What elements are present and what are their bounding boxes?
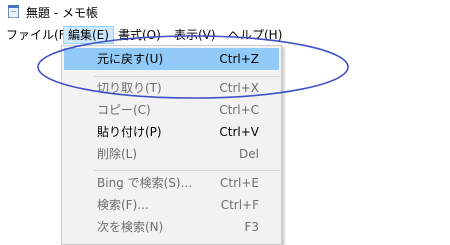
menu-item-label: 検索(F)... <box>97 198 149 212</box>
menu-bar: ファイル(F) 編集(E) 書式(O) 表示(V) ヘルプ(H) <box>0 25 450 45</box>
menu-help[interactable]: ヘルプ(H) <box>224 26 286 44</box>
menu-item-label: 貼り付け(P) <box>97 125 162 139</box>
menu-item-shortcut: Ctrl+F <box>220 198 259 212</box>
menu-item-find[interactable]: 検索(F)... Ctrl+F <box>64 194 279 216</box>
menu-item-shortcut: Ctrl+C <box>219 103 259 117</box>
menu-item-shortcut: Ctrl+Z <box>219 52 259 66</box>
menu-item-copy[interactable]: コピー(C) Ctrl+C <box>64 99 279 121</box>
menu-format[interactable]: 書式(O) <box>114 26 165 44</box>
menu-item-paste[interactable]: 貼り付け(P) Ctrl+V <box>64 121 279 143</box>
notepad-icon <box>8 5 19 18</box>
menu-item-cut[interactable]: 切り取り(T) Ctrl+X <box>64 77 279 99</box>
menu-item-delete[interactable]: 削除(L) Del <box>64 143 279 165</box>
menu-item-label: Bing で検索(S)... <box>97 176 193 190</box>
menu-item-undo[interactable]: 元に戻す(U) Ctrl+Z <box>64 48 279 70</box>
window-title: 無題 - メモ帳 <box>26 6 98 20</box>
menu-item-label: 削除(L) <box>97 147 138 161</box>
menu-item-label: 次を検索(N) <box>97 220 164 234</box>
menu-item-shortcut: Ctrl+E <box>220 176 259 190</box>
edit-menu-dropdown: 元に戻す(U) Ctrl+Z 切り取り(T) Ctrl+X コピー(C) Ctr… <box>61 45 282 245</box>
menu-item-label: 元に戻す(U) <box>97 52 164 66</box>
menu-item-shortcut: F3 <box>244 220 259 234</box>
menu-item-shortcut: Del <box>239 147 259 161</box>
menu-item-shortcut: Ctrl+X <box>219 81 259 95</box>
menu-view[interactable]: 表示(V) <box>170 26 220 44</box>
menu-item-shortcut: Ctrl+V <box>219 125 259 139</box>
menu-edit[interactable]: 編集(E) <box>63 26 114 44</box>
menu-item-search-bing[interactable]: Bing で検索(S)... Ctrl+E <box>64 172 279 194</box>
menu-item-label: コピー(C) <box>97 103 151 117</box>
menu-item-label: 切り取り(T) <box>97 81 162 95</box>
title-bar: 無題 - メモ帳 <box>0 0 450 24</box>
menu-separator <box>94 170 280 171</box>
menu-item-find-next[interactable]: 次を検索(N) F3 <box>64 216 279 238</box>
